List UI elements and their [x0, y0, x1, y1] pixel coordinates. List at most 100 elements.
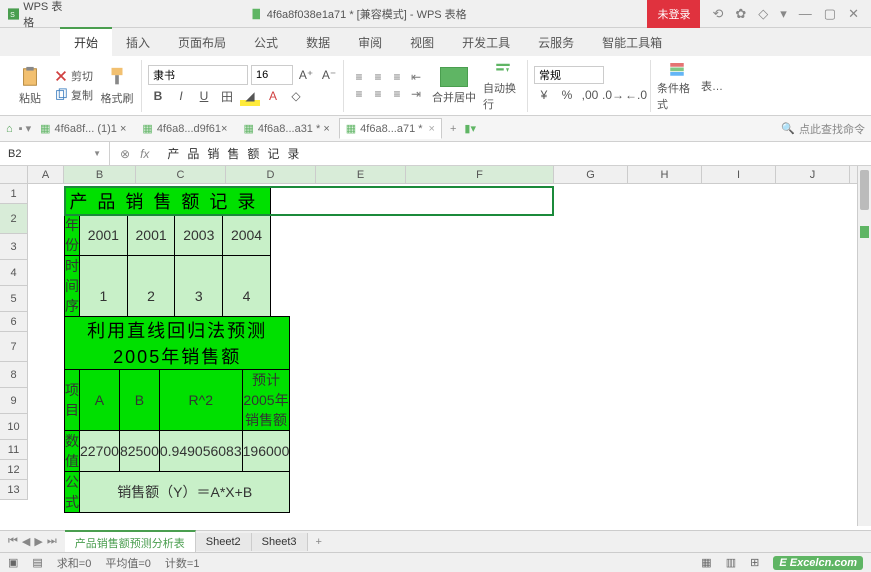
col-J[interactable]: J — [776, 166, 850, 183]
tab-layout[interactable]: 页面布局 — [164, 29, 240, 56]
tab-dev[interactable]: 开发工具 — [448, 29, 524, 56]
sheet-first-icon[interactable]: ⏮ — [8, 535, 18, 548]
underline-button[interactable]: U — [194, 86, 214, 106]
skin-icon[interactable]: ◇ — [758, 6, 768, 22]
close-icon[interactable]: ✕ — [848, 6, 859, 22]
col-G[interactable]: G — [554, 166, 628, 183]
row-7[interactable]: 7 — [0, 332, 28, 362]
conditional-format-button[interactable]: 条件格式 — [657, 60, 697, 112]
maximize-icon[interactable]: ▢ — [824, 6, 836, 22]
tab-data[interactable]: 数据 — [292, 29, 344, 56]
bold-button[interactable]: B — [148, 86, 168, 106]
fill-color-button[interactable]: ◢ — [240, 86, 260, 106]
increase-font-button[interactable]: A⁺ — [296, 65, 316, 85]
fx-cancel-icon[interactable]: ⊗ — [120, 147, 130, 161]
row-9[interactable]: 9 — [0, 388, 28, 414]
col-F[interactable]: F — [406, 166, 554, 183]
toggle-2[interactable]: ▤ — [32, 556, 42, 569]
decimal-inc-button[interactable]: .0→ — [603, 85, 623, 105]
tab-formula[interactable]: 公式 — [240, 29, 292, 56]
clear-format-button[interactable]: ◇ — [286, 86, 306, 106]
indent-increase[interactable]: ⇥ — [407, 86, 425, 102]
align-top-center[interactable]: ≡ — [369, 69, 387, 85]
file-tab-4[interactable]: ▦4f6a8...a71 *× — [339, 118, 442, 139]
add-sheet-button[interactable]: + — [308, 536, 330, 548]
cut-button[interactable]: 剪切 — [54, 67, 93, 85]
wrap-text-button[interactable]: 自动换行 — [483, 60, 523, 112]
font-color-button[interactable]: A — [263, 86, 283, 106]
minimize-icon[interactable]: — — [799, 6, 812, 21]
row-2[interactable]: 2 — [0, 204, 28, 234]
tab-cloud[interactable]: 云服务 — [524, 29, 588, 56]
tab-insert[interactable]: 插入 — [112, 29, 164, 56]
format-painter-button[interactable]: 格式刷 — [97, 60, 137, 112]
recent-icon[interactable]: ▪ ▾ — [19, 122, 31, 135]
col-I[interactable]: I — [702, 166, 776, 183]
paste-button[interactable]: 粘贴 — [10, 60, 50, 112]
sheet-tab-3[interactable]: Sheet3 — [252, 533, 308, 551]
col-C[interactable]: C — [136, 166, 226, 183]
font-size-input[interactable] — [251, 65, 293, 85]
row-11[interactable]: 11 — [0, 440, 28, 460]
row-8[interactable]: 8 — [0, 362, 28, 388]
help-icon[interactable]: ▾ — [780, 6, 787, 22]
row-10[interactable]: 10 — [0, 414, 28, 440]
align-center[interactable]: ≡ — [369, 86, 387, 102]
border-button[interactable]: 田 — [217, 86, 237, 106]
select-all-corner[interactable] — [0, 166, 28, 183]
copy-button[interactable]: 复制 — [54, 86, 93, 104]
new-tab-button[interactable]: + — [444, 123, 462, 135]
sheet-tab-2[interactable]: Sheet2 — [196, 533, 252, 551]
col-B[interactable]: B — [64, 166, 136, 183]
row-13[interactable]: 13 — [0, 480, 28, 500]
file-tab-2[interactable]: ▦4f6a8...d9f61× — [135, 118, 234, 139]
row-1[interactable]: 1 — [0, 184, 28, 204]
home-icon[interactable]: ⌂ — [6, 123, 13, 135]
sheet-tab-1[interactable]: 产品销售额预测分析表 — [65, 530, 196, 554]
decrease-font-button[interactable]: A⁻ — [319, 65, 339, 85]
col-D[interactable]: D — [226, 166, 316, 183]
row-5[interactable]: 5 — [0, 286, 28, 312]
font-name-input[interactable] — [148, 65, 248, 85]
col-E[interactable]: E — [316, 166, 406, 183]
decimal-dec-button[interactable]: ←.0 — [626, 85, 646, 105]
table-format-button[interactable]: 表… — [701, 78, 723, 94]
file-tab-3[interactable]: ▦4f6a8...a31 * × — [236, 118, 336, 139]
close-tab-icon[interactable]: × — [429, 123, 435, 135]
view-normal-icon[interactable]: ▦ — [701, 556, 711, 569]
spreadsheet-grid[interactable]: A B C D E F G H I J 1 2 3 4 5 6 7 8 9 10… — [0, 166, 871, 526]
sheet-prev-icon[interactable]: ◀ — [22, 535, 30, 548]
sync-icon[interactable]: ⟲ — [712, 6, 723, 22]
row-12[interactable]: 12 — [0, 460, 28, 480]
settings-icon[interactable]: ✿ — [735, 6, 746, 22]
align-right[interactable]: ≡ — [388, 86, 406, 102]
tab-ai[interactable]: 智能工具箱 — [588, 29, 676, 56]
comma-button[interactable]: ,00 — [580, 85, 600, 105]
align-top-right[interactable]: ≡ — [388, 69, 406, 85]
align-left[interactable]: ≡ — [350, 86, 368, 102]
number-format-select[interactable] — [534, 66, 604, 84]
command-search[interactable]: 🔍点此查找命令 — [781, 121, 865, 137]
vertical-scrollbar[interactable] — [857, 166, 871, 526]
align-top-left[interactable]: ≡ — [350, 69, 368, 85]
sheet-next-icon[interactable]: ▶ — [34, 535, 42, 548]
tab-start[interactable]: 开始 — [60, 27, 112, 56]
fx-function-icon[interactable]: fx — [140, 147, 149, 161]
row-4[interactable]: 4 — [0, 260, 28, 286]
currency-button[interactable]: ¥ — [534, 85, 554, 105]
italic-button[interactable]: I — [171, 86, 191, 106]
login-status[interactable]: 未登录 — [647, 0, 700, 28]
percent-button[interactable]: % — [557, 85, 577, 105]
indent-decrease[interactable]: ⇤ — [407, 69, 425, 85]
tab-list-button[interactable]: ▮▾ — [464, 122, 476, 135]
view-break-icon[interactable]: ⊞ — [750, 556, 759, 569]
file-tab-1[interactable]: ▦4f6a8f... (1)1 × — [33, 118, 133, 139]
sheet-last-icon[interactable]: ⏭ — [47, 535, 57, 548]
toggle-1[interactable]: ▣ — [8, 556, 18, 569]
col-H[interactable]: H — [628, 166, 702, 183]
view-page-icon[interactable]: ▥ — [726, 556, 736, 569]
name-box[interactable]: B2▼ — [0, 142, 110, 165]
col-A[interactable]: A — [28, 166, 64, 183]
formula-input[interactable]: 产品销售额记录 — [159, 145, 871, 162]
row-3[interactable]: 3 — [0, 234, 28, 260]
